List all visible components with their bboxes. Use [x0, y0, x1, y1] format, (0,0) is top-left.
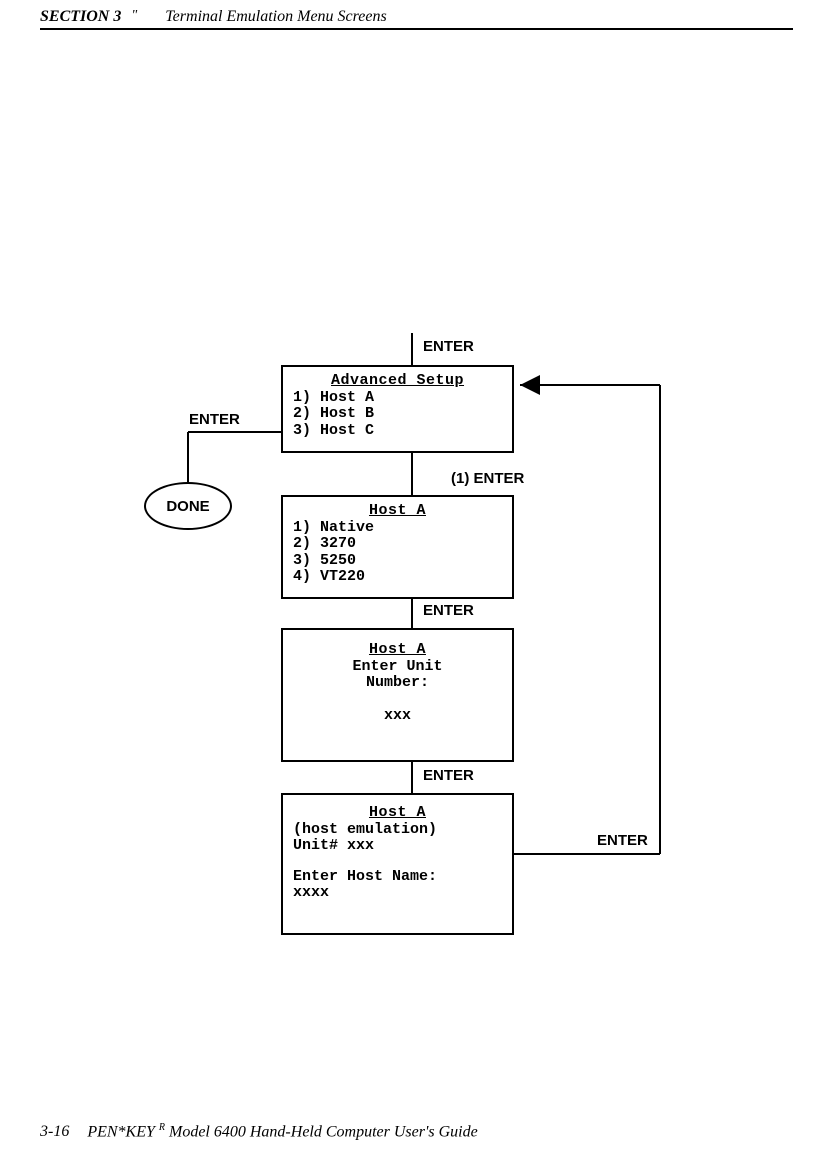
label-enter-left: ENTER [189, 411, 240, 428]
label-enter-top: ENTER [423, 338, 474, 355]
footer-product-b: Model 6400 Hand-Held Computer User's Gui… [169, 1123, 478, 1140]
box2-line2: 2) 3270 [293, 536, 502, 553]
label-enter-mid1: ENTER [423, 602, 474, 619]
box4-line4: xxxx [293, 885, 502, 902]
box4-line3: Enter Host Name: [293, 869, 502, 886]
footer-product-a: PEN*KEY [87, 1123, 155, 1140]
page: SECTION 3 " Terminal Emulation Menu Scre… [0, 0, 833, 1163]
done-node: DONE [144, 482, 232, 530]
box3-line2: Number: [293, 675, 502, 692]
box4-line2: Unit# xxx [293, 838, 502, 855]
label-one-enter: (1) ENTER [451, 470, 524, 487]
box2-line4: 4) VT220 [293, 569, 502, 586]
box2-line1: 1) Native [293, 520, 502, 537]
box3-line1: Enter Unit [293, 659, 502, 676]
box3-line3: xxx [293, 708, 502, 725]
box2-line3: 3) 5250 [293, 553, 502, 570]
done-label: DONE [166, 498, 209, 515]
page-number: 3-16 [40, 1123, 69, 1140]
box4-title: Host A [293, 805, 502, 822]
box-advanced-setup: Advanced Setup 1) Host A 2) Host B 3) Ho… [281, 365, 514, 453]
box2-title: Host A [293, 503, 502, 520]
label-enter-right: ENTER [597, 832, 648, 849]
box1-line1: 1) Host A [293, 390, 502, 407]
diagram: ENTER ENTER (1) ENTER ENTER ENTER ENTER … [0, 0, 833, 1163]
box1-line3: 3) Host C [293, 423, 502, 440]
label-enter-mid2: ENTER [423, 767, 474, 784]
box1-title: Advanced Setup [293, 373, 502, 390]
box4-line1: (host emulation) [293, 822, 502, 839]
box-host-a-types: Host A 1) Native 2) 3270 3) 5250 4) VT22… [281, 495, 514, 599]
box-host-emulation: Host A (host emulation) Unit# xxx Enter … [281, 793, 514, 935]
box-enter-unit: Host A Enter Unit Number: xxx [281, 628, 514, 762]
box3-title: Host A [293, 642, 502, 659]
spacer [293, 855, 502, 869]
footer-sup: R [159, 1122, 165, 1133]
box1-line2: 2) Host B [293, 406, 502, 423]
page-footer: 3-16 PEN*KEY R Model 6400 Hand-Held Comp… [40, 1122, 793, 1141]
